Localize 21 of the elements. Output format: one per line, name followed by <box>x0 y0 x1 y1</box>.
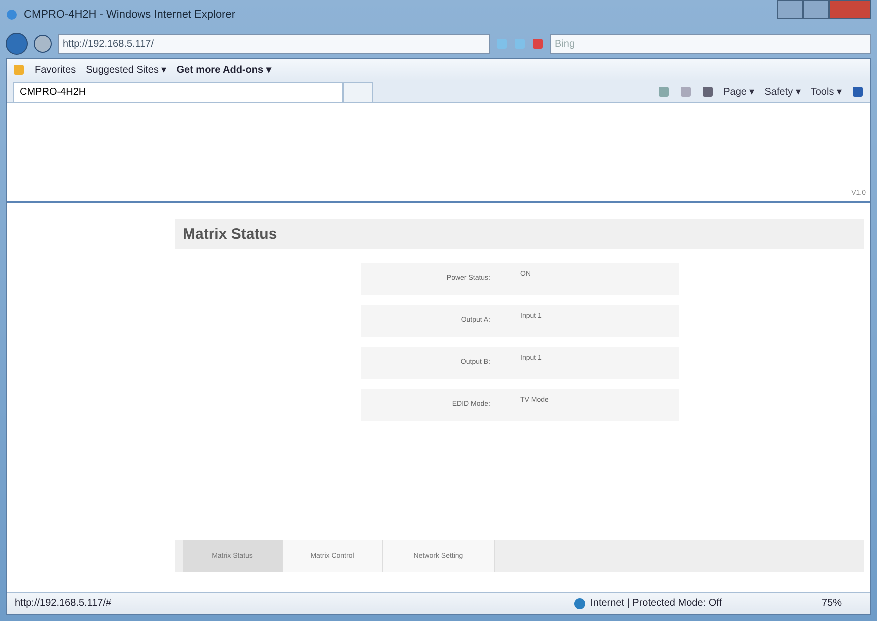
favorites-link[interactable]: Get more Add-ons ▾ <box>176 64 272 76</box>
maximize-button[interactable] <box>803 0 829 19</box>
browser-logo-icon <box>6 9 18 21</box>
new-tab-button[interactable] <box>343 82 373 102</box>
zoom-level[interactable]: 75% <box>822 598 842 609</box>
panel-title: Matrix Status <box>175 219 864 249</box>
favorites-button[interactable]: Favorites <box>35 64 76 76</box>
status-url: http://192.168.5.117/# <box>15 598 112 609</box>
browser-tab[interactable]: CMPRO-4H2H <box>13 82 343 102</box>
minimize-button[interactable] <box>777 0 803 19</box>
back-button[interactable] <box>6 33 28 55</box>
favorites-link[interactable]: Suggested Sites ▾ <box>86 64 167 76</box>
globe-icon <box>574 598 586 610</box>
command-menu[interactable]: Safety ▾ <box>764 86 801 98</box>
command-menu[interactable]: Tools ▾ <box>810 86 842 98</box>
command-menu[interactable]: Page ▾ <box>724 86 755 98</box>
window-title: CMPRO-4H2H - Windows Internet Explorer <box>24 9 236 21</box>
close-button[interactable] <box>829 0 871 19</box>
forward-button[interactable] <box>34 35 52 53</box>
address-field[interactable]: http://192.168.5.117/ <box>58 34 490 54</box>
security-zone: Internet | Protected Mode: Off <box>590 598 722 609</box>
